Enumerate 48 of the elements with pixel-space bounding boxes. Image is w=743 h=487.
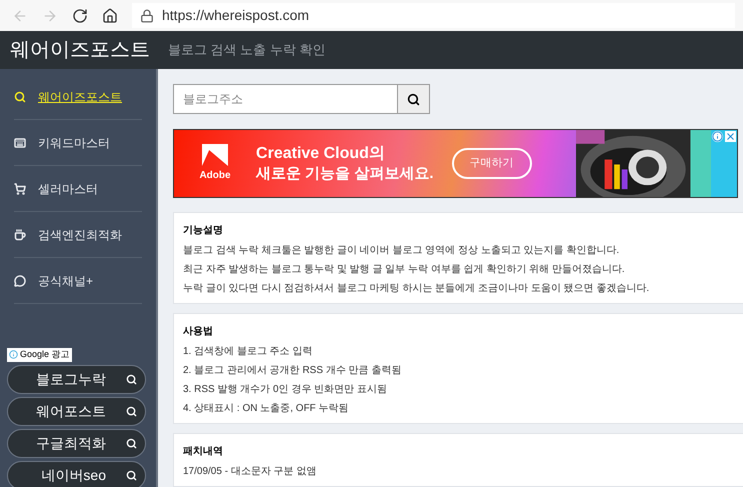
ad-search-button[interactable]: 구글최적화	[7, 428, 146, 458]
chat-bubble-icon	[14, 274, 26, 286]
ad-subline: 새로운 기능을 살펴보세요.	[256, 164, 435, 184]
ad-search-button[interactable]: 블로그누락	[7, 364, 146, 394]
section-text: 17/09/05 - 대소문자 구분 없앰	[183, 465, 318, 479]
address-bar[interactable]: https://whereispost.com	[132, 3, 735, 28]
keyboard-icon	[14, 136, 26, 148]
lock-icon	[140, 8, 154, 22]
search-icon	[14, 90, 26, 102]
search-icon	[407, 92, 420, 106]
section-text: 누락 글이 있다면 다시 점검하셔서 블로그 마케팅 하시는 분들에게 조금이나마 도움이 됐으면 좋겠습니다.	[183, 282, 650, 296]
search-icon	[126, 438, 137, 448]
search-button[interactable]	[398, 84, 430, 114]
section-title: 기능설명	[183, 224, 224, 238]
ad-search-button[interactable]: 네이버seo	[7, 460, 146, 487]
ad-banner[interactable]: Adobe Creative Cloud의 새로운 기능을 살펴보세요. 구매하기	[173, 129, 738, 198]
site-title[interactable]: 웨어이즈포스트	[10, 35, 150, 65]
sidebar-item[interactable]: 셀러마스터	[14, 166, 142, 212]
ad-label[interactable]: Google 광고	[7, 348, 72, 362]
section-text: 블로그 검색 누락 체크툴은 발행한 글이 네이버 블로그 영역에 정상 노출되고 있는지를 확인합니다.	[183, 244, 620, 258]
adobe-logo-icon	[202, 144, 228, 166]
search-icon	[126, 470, 137, 480]
reload-icon[interactable]	[72, 8, 88, 24]
ad-search-button[interactable]: 웨어포스트	[7, 396, 146, 426]
sidebar-item[interactable]: 공식채널+	[14, 258, 142, 304]
search-icon	[126, 374, 137, 384]
close-icon[interactable]	[725, 131, 736, 142]
ad-brand: Adobe	[199, 169, 231, 183]
section-text: 최근 자주 발생하는 블로그 통누락 및 발행 글 일부 누락 여부를 쉽게 확인하기 위해 만들어졌습니다.	[183, 263, 626, 277]
ad-headline: Creative Cloud의	[256, 144, 386, 164]
search-field[interactable]: 블로그주소	[173, 84, 398, 114]
sidebar-item[interactable]: 웨어이즈포스트	[14, 74, 142, 120]
home-icon[interactable]	[102, 8, 118, 24]
sidebar-item[interactable]: 키워드마스터	[14, 120, 142, 166]
cup-icon	[14, 228, 26, 240]
site-subtitle: 블로그 검색 노출 누락 확인	[168, 41, 326, 60]
cart-icon	[14, 182, 26, 194]
ad-info-icon[interactable]	[712, 131, 723, 142]
url-text: https://whereispost.com	[162, 6, 310, 25]
section-text: 2. 블로그 관리에서 공개한 RSS 개수 만큼 출력됨	[183, 364, 402, 378]
section-text: 4. 상태표시 : ON 노출중, OFF 누락됨	[183, 402, 350, 416]
section-text: 3. RSS 발행 개수가 0인 경우 빈화면만 표시됨	[183, 383, 388, 397]
sidebar-item[interactable]: 검색엔진최적화	[14, 212, 142, 258]
section-text: 1. 검색창에 블로그 주소 입력	[183, 345, 314, 359]
search-icon	[126, 406, 137, 416]
section-title: 패치내역	[183, 445, 224, 459]
info-icon	[9, 350, 18, 360]
section-title: 사용법	[183, 325, 214, 339]
